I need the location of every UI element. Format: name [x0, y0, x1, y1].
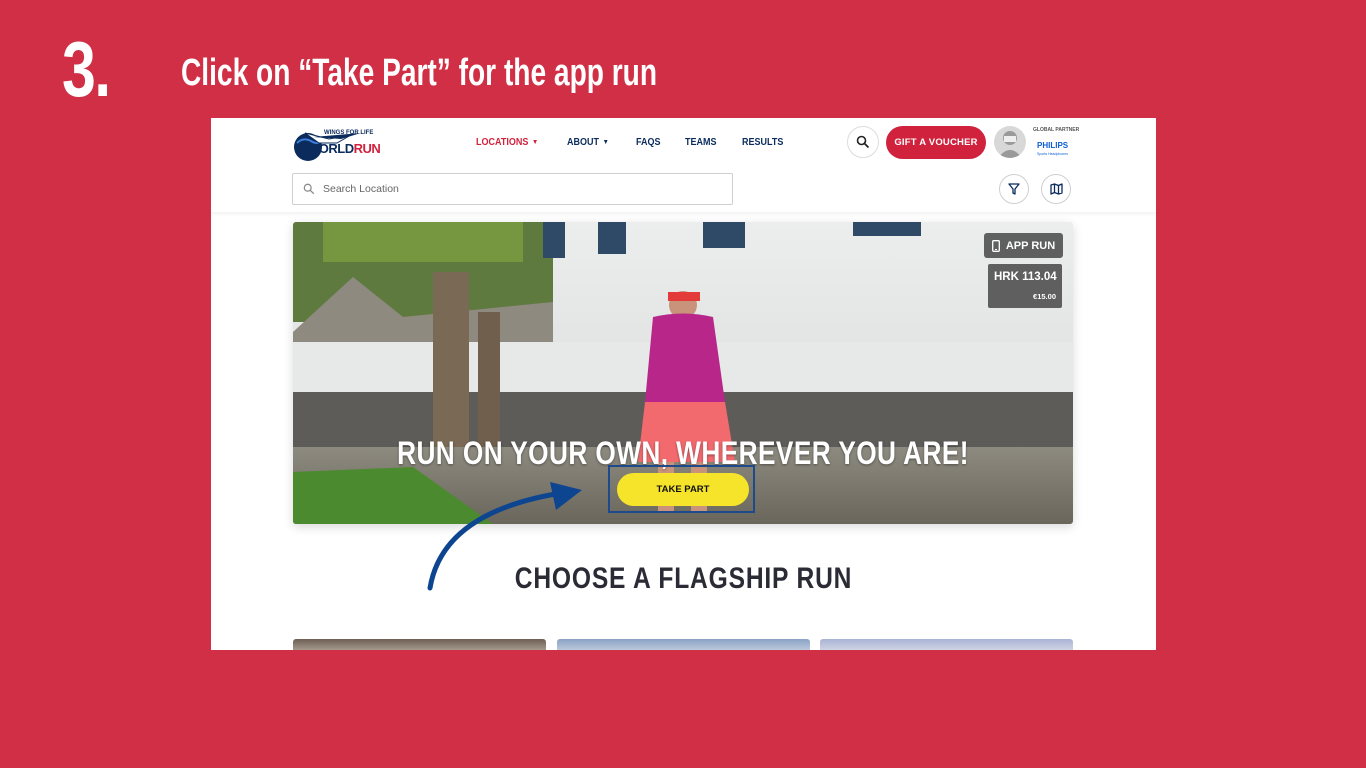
website-screenshot: WINGS FOR LIFE WORLDRUN LOCATIONS ▼ ABOU…: [211, 118, 1156, 650]
price-badge: HRK 113.04 €15.00: [988, 264, 1062, 308]
main-nav: LOCATIONS ▼ ABOUT ▼ FAQS TEAMS RESULTS: [476, 137, 810, 148]
step-number: 3.: [62, 25, 111, 113]
app-run-label: APP RUN: [1005, 239, 1056, 252]
nav-results[interactable]: RESULTS: [742, 137, 783, 148]
search-icon: [856, 135, 870, 149]
step-title: Click on “Take Part” for the app run: [181, 52, 658, 94]
app-run-badge: APP RUN: [984, 233, 1063, 258]
nav-locations[interactable]: LOCATIONS ▼: [476, 137, 538, 148]
flagship-card[interactable]: [293, 639, 546, 650]
nav-faqs[interactable]: FAQS: [636, 137, 661, 148]
search-icon: [303, 183, 315, 195]
logo-run: RUN: [353, 141, 381, 156]
nav-locations-label: LOCATIONS: [476, 137, 529, 148]
filter-button[interactable]: [999, 174, 1029, 204]
nav-teams[interactable]: TEAMS: [685, 137, 717, 148]
user-avatar-icon: [998, 131, 1022, 158]
avatar[interactable]: [994, 126, 1026, 158]
nav-faqs-label: FAQS: [635, 137, 661, 148]
partner-sub: Sports Headphones: [1037, 152, 1068, 156]
map-icon: [1049, 183, 1063, 195]
app-run-hero[interactable]: APP RUN HRK 113.04 €15.00 RUN ON YOUR OW…: [293, 222, 1073, 524]
price-sub: €15.00: [1033, 292, 1056, 301]
filter-icon: [1008, 183, 1020, 195]
price-main: HRK 113.04: [994, 271, 1057, 283]
flagship-card[interactable]: [557, 639, 810, 650]
nav-results-label: RESULTS: [741, 137, 784, 148]
chevron-down-icon: ▼: [602, 139, 609, 146]
flagship-card[interactable]: [820, 639, 1073, 650]
nav-about[interactable]: ABOUT ▼: [567, 137, 609, 148]
site-header: WINGS FOR LIFE WORLDRUN LOCATIONS ▼ ABOU…: [211, 118, 1156, 212]
logo-tagline: WINGS FOR LIFE: [324, 130, 374, 136]
chevron-down-icon: ▼: [531, 139, 539, 146]
gift-voucher-button[interactable]: GIFT A VOUCHER: [886, 126, 986, 159]
partner-logo[interactable]: PHILIPS: [1037, 141, 1068, 150]
phone-icon: [991, 239, 1000, 252]
flagship-section-title: CHOOSE A FLAGSHIP RUN: [514, 562, 853, 595]
search-location-input[interactable]: [321, 182, 725, 196]
header-search-button[interactable]: [847, 126, 879, 158]
logo-wordmark: WORLDRUN: [307, 141, 381, 156]
partner-label: GLOBAL PARTNER: [1033, 127, 1080, 133]
nav-teams-label: TEAMS: [684, 137, 717, 148]
logo-world: WORLD: [307, 141, 354, 156]
map-button[interactable]: [1041, 174, 1071, 204]
nav-about-label: ABOUT: [567, 137, 600, 148]
search-location-field[interactable]: [292, 173, 733, 205]
take-part-button[interactable]: TAKE PART: [617, 473, 749, 506]
